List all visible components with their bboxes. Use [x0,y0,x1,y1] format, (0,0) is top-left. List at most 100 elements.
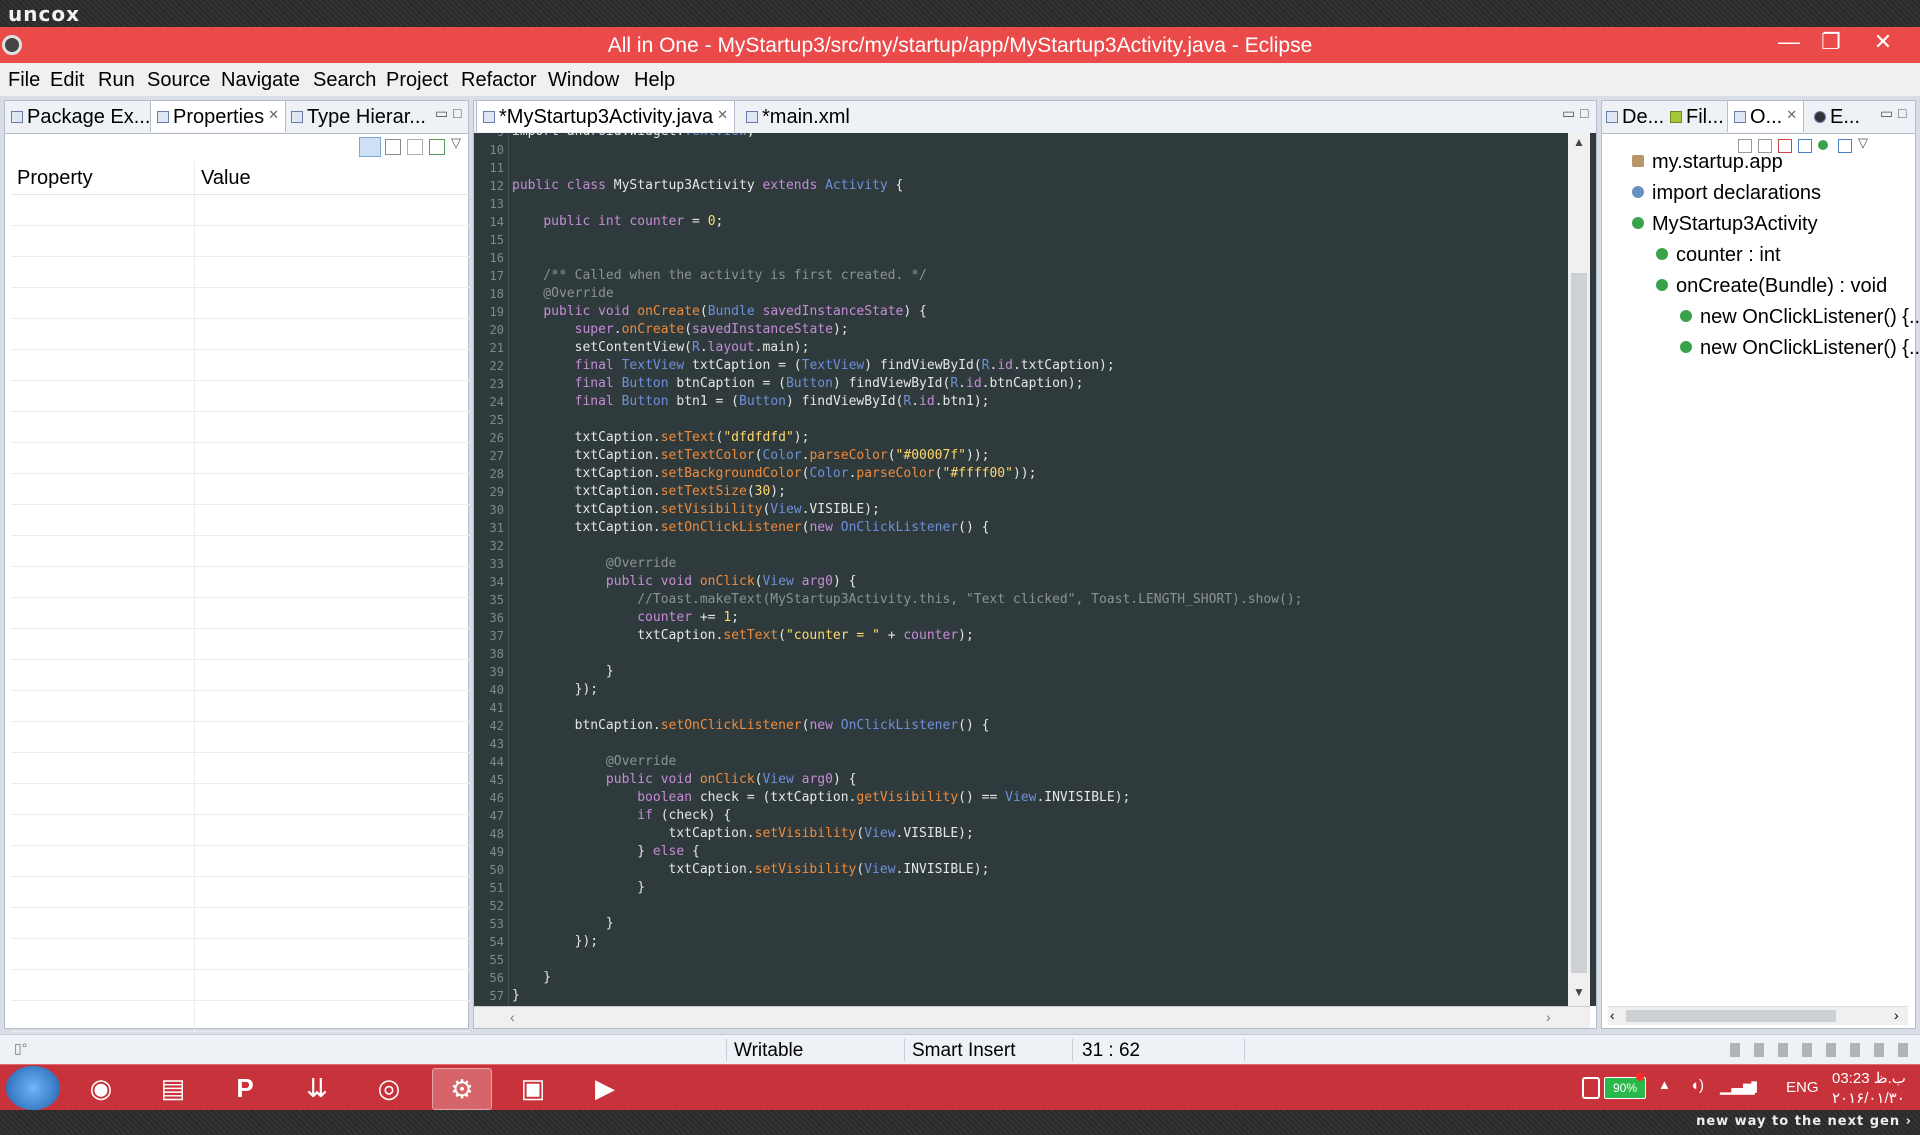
scroll-thumb[interactable] [1571,273,1587,973]
outline-item[interactable]: new OnClickListener() {... [1680,306,1920,329]
view-menu-chevron-icon[interactable]: ▽ [451,135,461,151]
menu-help[interactable]: Help [634,69,675,92]
tab-file-explorer[interactable]: Fil... [1670,106,1724,129]
taskbar-download-icon[interactable]: ⇊ [288,1068,346,1108]
code-text[interactable]: txtCaption.setVisibility(View.VISIBLE); [512,501,880,519]
scroll-left-icon[interactable]: ‹ [510,1009,515,1025]
code-text[interactable]: btnCaption.setOnClickListener(new OnClic… [512,717,990,735]
code-line[interactable]: 52 [474,897,1596,915]
tab-outline[interactable]: O... ✕ [1727,101,1805,132]
code-text[interactable]: } [512,987,520,1005]
outline-item[interactable]: MyStartup3Activity [1632,213,1818,236]
view-menu-chevron-icon[interactable]: ▽ [1858,135,1868,151]
code-text[interactable]: final TextView txtCaption = (TextView) f… [512,357,1115,375]
tab-package-explorer[interactable]: Package Ex... [11,106,150,129]
tab-type-hierarchy[interactable]: Type Hierar... [291,106,426,129]
menu-refactor[interactable]: Refactor [461,69,537,92]
code-text[interactable]: public void onClick(View arg0) { [512,771,857,789]
code-line[interactable]: 56 } [474,969,1596,987]
close-tab-icon[interactable]: ✕ [268,107,279,122]
code-line[interactable]: 19 public void onCreate(Bundle savedInst… [474,303,1596,321]
code-text[interactable]: }); [512,933,598,951]
outline-horizontal-scrollbar[interactable]: ‹ › [1608,1006,1908,1025]
code-text[interactable]: txtCaption.setVisibility(View.INVISIBLE)… [512,861,990,879]
code-text[interactable]: final Button btn1 = (Button) findViewByI… [512,393,990,411]
code-line[interactable]: 23 final Button btnCaption = (Button) fi… [474,375,1596,393]
code-line[interactable]: 21 setContentView(R.layout.main); [474,339,1596,357]
close-tab-icon[interactable]: ✕ [1786,107,1797,122]
code-line[interactable]: 41 [474,699,1596,717]
code-line[interactable]: 20 super.onCreate(savedInstanceState); [474,321,1596,339]
code-line[interactable]: 46 boolean check = (txtCaption.getVisibi… [474,789,1596,807]
outline-item[interactable]: new OnClickListener() {... [1680,337,1920,360]
menu-source[interactable]: Source [147,69,210,92]
code-line[interactable]: 18 @Override [474,285,1596,303]
code-line[interactable]: 24 final Button btn1 = (Button) findView… [474,393,1596,411]
code-text[interactable]: public void onClick(View arg0) { [512,573,857,591]
code-text[interactable]: @Override [512,285,613,303]
code-line[interactable]: 37 txtCaption.setText("counter = " + cou… [474,627,1596,645]
column-header-value[interactable]: Value [201,167,251,190]
power-icon[interactable]: ▮ [1750,1077,1758,1095]
code-text[interactable]: txtCaption.setTextSize(30); [512,483,786,501]
hide-local-types-icon[interactable] [1838,139,1852,153]
menu-file[interactable]: File [8,69,40,92]
menu-run[interactable]: Run [98,69,135,92]
code-line[interactable]: 14 public int counter = 0; [474,213,1596,231]
code-text[interactable]: @Override [512,555,676,573]
code-line[interactable]: 40 }); [474,681,1596,699]
code-line[interactable]: 12 public class MyStartup3Activity extend… [474,177,1596,195]
code-text[interactable]: } [512,969,551,987]
tab-properties[interactable]: Properties ✕ [150,101,287,132]
code-text[interactable]: txtCaption.setBackgroundColor(Color.pars… [512,465,1037,483]
code-line[interactable]: 13 [474,195,1596,213]
minimize-view-icon[interactable]: ▭ [435,105,448,122]
taskbar-eclipse-icon[interactable]: ⚙ [432,1068,492,1110]
code-line[interactable]: 35 //Toast.makeText(MyStartup3Activity.t… [474,591,1596,609]
code-line[interactable]: 42 btnCaption.setOnClickListener(new OnC… [474,717,1596,735]
outline-item[interactable]: my.startup.app [1632,151,1783,174]
code-line[interactable]: 33 @Override [474,555,1596,573]
show-hidden-icons-icon[interactable]: ▲ [1658,1077,1671,1092]
maximize-view-icon[interactable]: □ [1898,105,1906,121]
code-line[interactable]: 34 public void onClick(View arg0) { [474,573,1596,591]
code-text[interactable]: import android.widget.TextView; [512,133,755,141]
code-line[interactable]: 32 [474,537,1596,555]
code-line[interactable]: 16 [474,249,1596,267]
menu-search[interactable]: Search [313,69,376,92]
code-line[interactable]: 50 txtCaption.setVisibility(View.INVISIB… [474,861,1596,879]
scroll-down-icon[interactable]: ▼ [1573,985,1585,999]
column-divider[interactable] [194,161,195,194]
code-line[interactable]: 10 [474,141,1596,159]
code-line[interactable]: 30 txtCaption.setVisibility(View.VISIBLE… [474,501,1596,519]
code-text[interactable]: boolean check = (txtCaption.getVisibilit… [512,789,1130,807]
categories-toggle-icon[interactable] [359,137,381,157]
editor-vertical-scrollbar[interactable]: ▲ ▼ [1568,133,1590,1006]
outline-item[interactable]: import declarations [1632,182,1821,205]
code-line[interactable]: 28 txtCaption.setBackgroundColor(Color.p… [474,465,1596,483]
code-text[interactable]: if (check) { [512,807,731,825]
code-text[interactable]: } [512,879,645,897]
code-text[interactable]: @Override [512,753,676,771]
taskbar-window-icon[interactable]: ▣ [504,1068,562,1108]
restore-default-icon[interactable] [407,139,423,155]
code-text[interactable]: final Button btnCaption = (Button) findV… [512,375,1084,393]
minimize-button[interactable]: — [1766,29,1812,55]
code-text[interactable]: public class MyStartup3Activity extends … [512,177,903,195]
minimize-editor-icon[interactable]: ▭ [1562,105,1575,122]
menu-project[interactable]: Project [386,69,448,92]
scroll-right-icon[interactable]: › [1894,1007,1899,1023]
volume-icon[interactable]: ◖) [1690,1077,1704,1094]
outline-item[interactable]: onCreate(Bundle) : void [1656,275,1887,298]
code-line[interactable]: 44 @Override [474,753,1596,771]
code-text[interactable]: txtCaption.setOnClickListener(new OnClic… [512,519,990,537]
code-line[interactable]: 39 } [474,663,1596,681]
code-line[interactable]: 25 [474,411,1596,429]
code-line[interactable]: 17 /** Called when the activity is first… [474,267,1596,285]
code-line[interactable]: 26 txtCaption.setText("dfdfdfd"); [474,429,1596,447]
fast-view-icon[interactable]: ▯° [14,1040,27,1057]
security-shield-icon[interactable] [1582,1077,1600,1099]
close-tab-icon[interactable]: ✕ [717,107,728,122]
code-text[interactable]: }); [512,681,598,699]
code-line[interactable]: 55 [474,951,1596,969]
